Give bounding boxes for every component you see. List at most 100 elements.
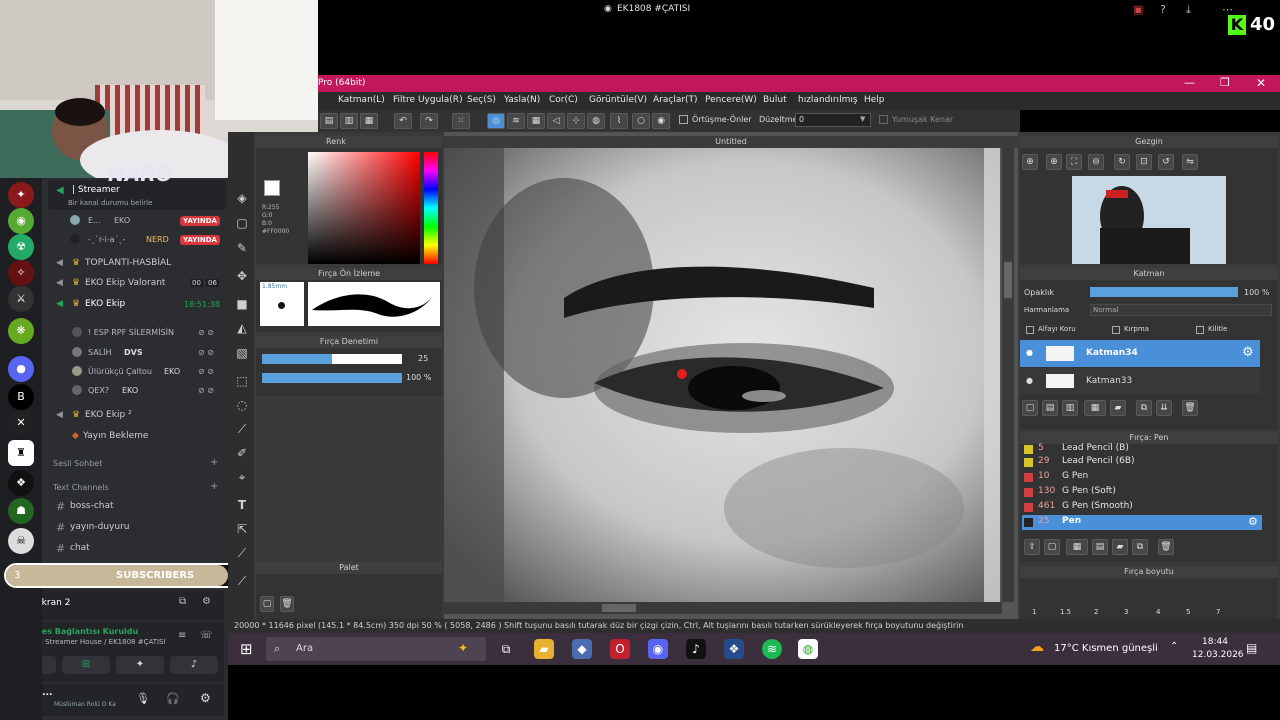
text-channel[interactable]: chat [70, 543, 90, 553]
minimize-icon[interactable]: — [1184, 76, 1195, 89]
close-icon[interactable]: ✕ [1256, 76, 1266, 90]
server-icon[interactable]: ☠ [8, 528, 34, 554]
windows-start-icon[interactable]: ⊞ [240, 640, 253, 658]
brush-item-selected[interactable]: 25 Pen ⚙ [1022, 515, 1262, 530]
undo-icon[interactable]: ↶ [394, 113, 412, 129]
eyedropper-icon[interactable]: ⟋ [234, 545, 250, 561]
antialias-icon[interactable]: ◎ [487, 113, 505, 129]
size-preset[interactable]: 4 [1156, 608, 1160, 616]
new-folder-icon[interactable]: ▦ [1084, 400, 1106, 416]
size-preset[interactable]: 2 [1094, 608, 1098, 616]
brush-item[interactable]: 130 G Pen (Soft) [1022, 485, 1262, 500]
reset-icon[interactable]: ⊡ [1136, 154, 1152, 170]
rotate-left-icon[interactable]: ↺ [1158, 154, 1174, 170]
layer-row[interactable]: ● Katman33 [1020, 368, 1260, 394]
delete-icon[interactable]: 🗑 [280, 596, 294, 612]
server-icon[interactable]: B [8, 384, 34, 410]
menu-view[interactable]: Görüntüle(V) [589, 95, 647, 105]
size-preset[interactable]: 7 [1216, 608, 1220, 616]
settings-icon[interactable]: ⚙ [202, 596, 211, 607]
brush-item[interactable]: 29 Lead Pencil (6B) [1022, 455, 1262, 470]
drawing-canvas[interactable] [444, 148, 1000, 602]
server-icon[interactable]: ❖ [8, 470, 34, 496]
member-name[interactable]: ! ESP RPF SİLERMİSİN [88, 328, 174, 337]
screen-icon[interactable]: ▣ [1133, 3, 1143, 16]
scroll-thumb[interactable] [1004, 262, 1012, 298]
fit-icon[interactable]: ⛶ [1066, 154, 1082, 170]
rect-tool-icon[interactable]: ▢ [234, 215, 250, 231]
stroke-icon[interactable]: ≋ [507, 113, 525, 129]
menu-help[interactable]: Help [864, 95, 885, 105]
tray-chevron-icon[interactable]: ⌃ [1170, 641, 1178, 652]
text-tool-icon[interactable]: T [234, 497, 250, 513]
pen-tool-icon[interactable]: ✎ [234, 240, 250, 256]
server-icon[interactable]: ☢ [8, 234, 34, 260]
size-preset[interactable]: 1.5 [1060, 608, 1071, 616]
tiktok-icon[interactable]: ♪ [686, 639, 706, 659]
new-swatch-icon[interactable]: ▢ [260, 596, 274, 612]
copy-icon[interactable]: ⧉ [1132, 539, 1148, 555]
server-icon[interactable]: ✧ [8, 260, 34, 286]
scroll-thumb[interactable] [602, 604, 636, 612]
zoom-in-icon[interactable]: ⊕ [1022, 154, 1038, 170]
settings-brush-icon[interactable]: ▤ [1092, 539, 1108, 555]
server-icon[interactable]: ☗ [8, 498, 34, 524]
help-icon[interactable]: ? [1160, 3, 1166, 16]
voice-member-name[interactable]: E... [88, 216, 101, 225]
app-icon[interactable]: ❖ [724, 639, 744, 659]
member-name[interactable]: QEX? [88, 386, 109, 395]
soundboard-button[interactable]: ♪ [170, 656, 218, 674]
voice-member-name[interactable]: -ˏˋr-i-a´ˎ- [88, 235, 125, 244]
voice-channel[interactable]: Yayın Bekleme [83, 431, 148, 441]
server-icon[interactable]: ● [8, 356, 34, 382]
circle-icon[interactable]: ◍ [587, 113, 605, 129]
delete-icon[interactable]: 🗑 [1182, 400, 1198, 416]
transform-icon[interactable]: ⁙ [452, 113, 470, 129]
server-icon[interactable]: ✦ [8, 182, 34, 208]
duplicate-brush-icon[interactable]: ▦ [1066, 539, 1088, 555]
download-icon[interactable]: ⤓ [1186, 3, 1191, 17]
voice-channel[interactable]: TOPLANTI-HASBİAL [85, 258, 171, 268]
copy-icon[interactable]: ⧉ [1136, 400, 1152, 416]
folder-icon[interactable]: ▰ [1110, 400, 1126, 416]
weather-text[interactable]: 17°C Kısmen güneşli [1054, 643, 1158, 654]
new-raster-icon[interactable]: ▤ [1042, 400, 1058, 416]
color-square[interactable] [308, 152, 420, 264]
zoom-in-icon[interactable]: ⊕ [1046, 154, 1062, 170]
brush-item[interactable]: 461 G Pen (Smooth) [1022, 500, 1262, 515]
menu-align[interactable]: Yasla(N) [504, 95, 540, 105]
app-icon[interactable]: ◆ [572, 639, 592, 659]
canvas-tab[interactable]: Untitled [444, 136, 1018, 148]
menu-timelapse[interactable]: hızlandırılmış [798, 95, 858, 105]
size-preset[interactable]: 1 [1032, 608, 1036, 616]
headphones-icon[interactable]: 🎧 [166, 692, 180, 705]
shape-tool-icon[interactable]: ■ [234, 296, 250, 312]
blend-select[interactable]: Normal [1090, 304, 1272, 316]
menu-layer[interactable]: Katman(L) [338, 95, 385, 105]
menu-cloud[interactable]: Bulut [763, 95, 787, 105]
overlap-checkbox[interactable] [679, 115, 688, 124]
taskbar-search[interactable]: ⌕ Ara ✦ [266, 637, 486, 661]
operation-tool-icon[interactable]: ⇱ [234, 521, 250, 537]
csp-app-icon[interactable]: ◍ [798, 639, 818, 659]
size-preset[interactable]: 3 [1124, 608, 1128, 616]
fill-tool-icon[interactable]: ◭ [234, 320, 250, 336]
flip-icon[interactable]: ⇋ [1182, 154, 1198, 170]
horizontal-scrollbar[interactable] [444, 602, 1002, 614]
member-name[interactable]: SALİH [88, 348, 112, 357]
navigator-thumbnail[interactable] [1072, 176, 1226, 264]
brush-item[interactable]: 10 G Pen [1022, 470, 1262, 485]
ruler-tool-icon[interactable]: ⟋ [234, 573, 250, 589]
gradient-tool-icon[interactable]: ▧ [234, 345, 250, 361]
opera-icon[interactable]: O [610, 639, 630, 659]
layer-opacity-slider[interactable] [1090, 287, 1238, 297]
notification-icon[interactable]: ▤ [1246, 641, 1257, 655]
brush-opacity-slider[interactable] [262, 373, 402, 383]
microphone-icon[interactable]: 🎙 [136, 692, 150, 705]
popout-icon[interactable]: ⧉ [179, 596, 186, 607]
current-color-swatch[interactable] [264, 180, 280, 196]
menu-filter[interactable]: Filtre Uygula(R) [393, 95, 463, 105]
size-preset[interactable]: 5 [1186, 608, 1190, 616]
disconnect-icon[interactable]: ☏ [200, 630, 213, 641]
server-icon[interactable]: ✕ [8, 410, 34, 436]
